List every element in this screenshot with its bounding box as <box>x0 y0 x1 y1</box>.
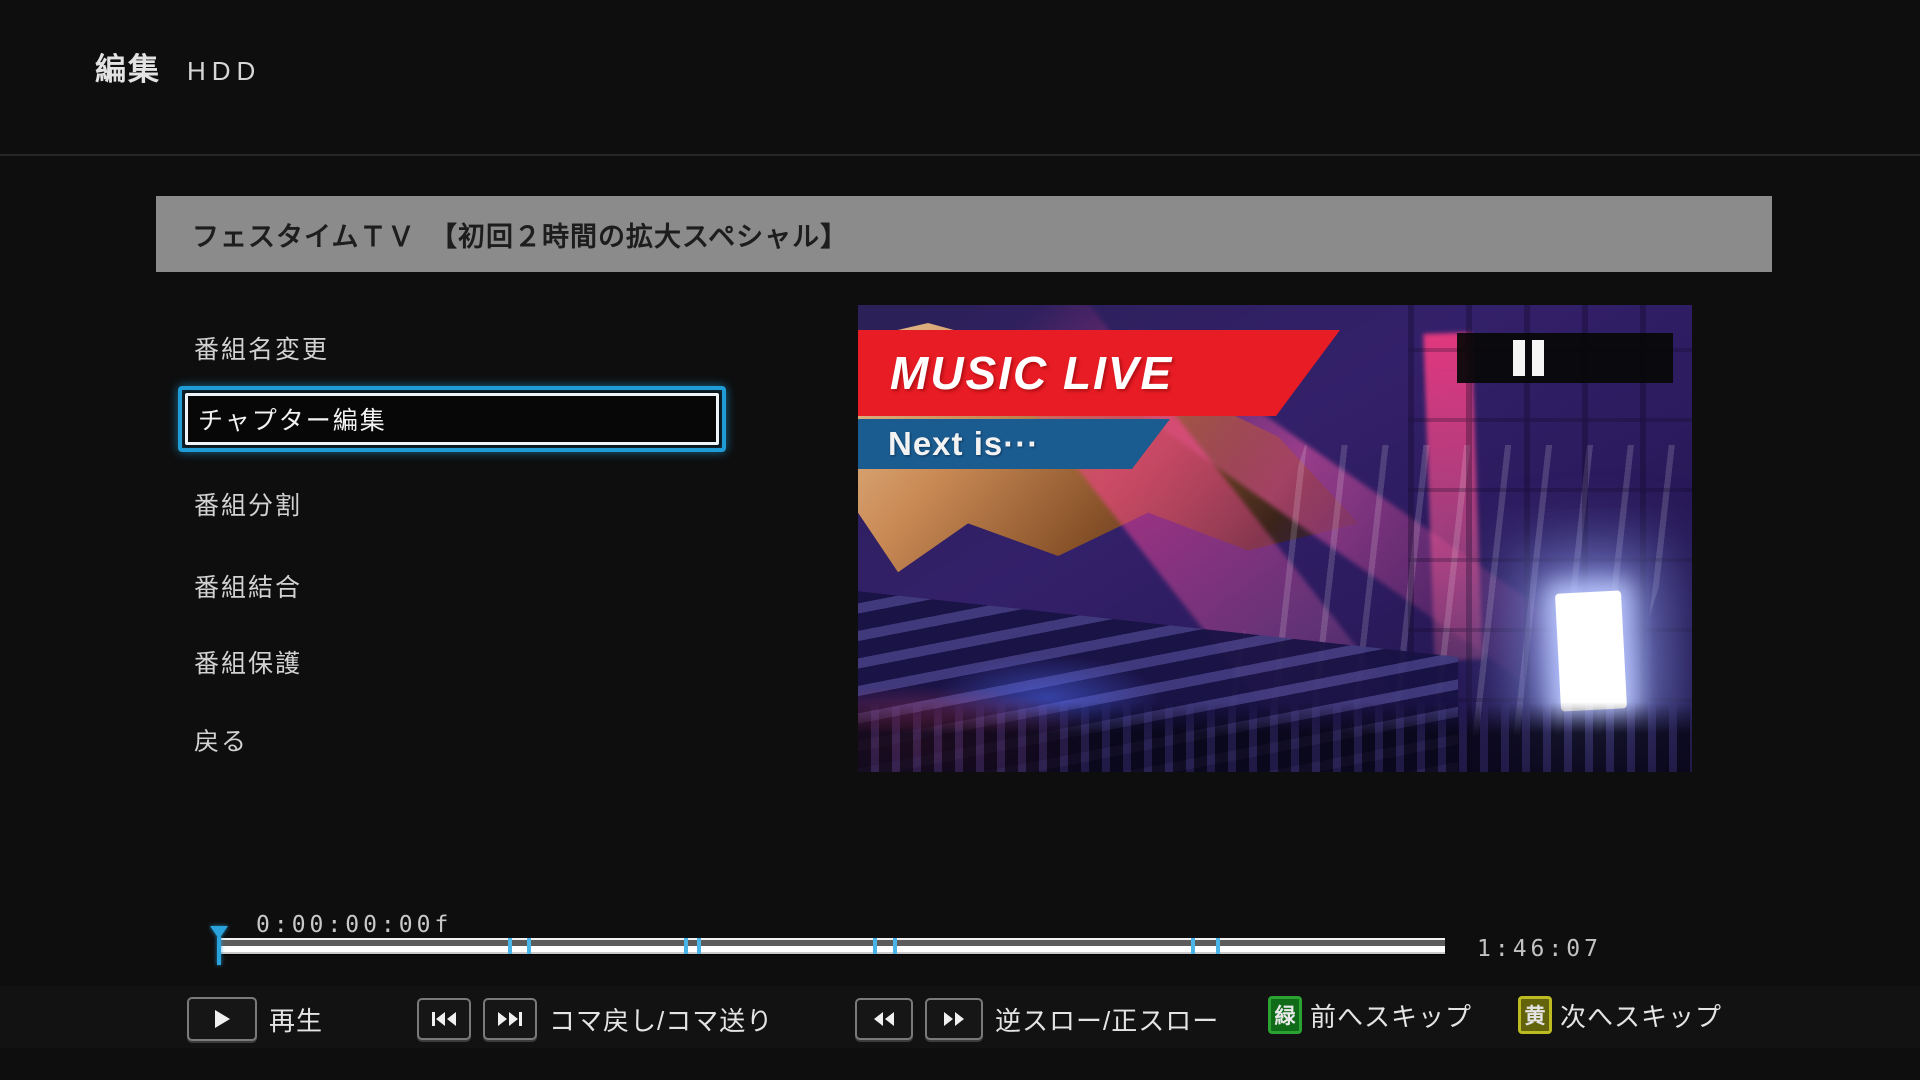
rewind-icon <box>872 1011 896 1027</box>
stage-led-screen <box>1555 590 1627 711</box>
skip-next-control: 黄 次へスキップ <box>1518 996 1722 1034</box>
chapter-marker <box>508 938 512 954</box>
menu-item-back[interactable]: 戻る <box>194 722 248 758</box>
screen-header: 編集 HDD <box>95 44 261 89</box>
broadcast-banner-secondary: Next is··· <box>858 419 1170 469</box>
control-hint-bar: 再生 コマ戻し/コマ送り 逆スロー/正スロー 緑 前へスキップ 黄 <box>0 986 1920 1048</box>
program-title: フェスタイムＴＶ 【初回２時間の拡大スペシャル】 <box>192 215 848 254</box>
play-button[interactable] <box>187 997 257 1041</box>
fast-forward-icon <box>942 1011 966 1027</box>
play-control: 再生 <box>187 997 323 1041</box>
broadcast-banner-primary: MUSIC LIVE <box>858 330 1340 416</box>
fast-forward-button[interactable] <box>925 998 983 1040</box>
yellow-key-button[interactable]: 黄 <box>1518 996 1552 1034</box>
rewind-button[interactable] <box>855 998 913 1040</box>
green-key-button[interactable]: 緑 <box>1268 996 1302 1034</box>
menu-item-rename[interactable]: 番組名変更 <box>194 330 329 366</box>
prev-frame-button[interactable] <box>417 998 471 1040</box>
next-frame-icon <box>497 1011 523 1027</box>
skip-next-label: 次へスキップ <box>1560 997 1722 1034</box>
menu-item-combine[interactable]: 番組結合 <box>194 568 302 604</box>
timeline-seekbar[interactable] <box>218 938 1445 954</box>
frame-step-control: コマ戻し/コマ送り <box>417 998 773 1040</box>
page-title: 編集 <box>95 44 161 89</box>
skip-prev-control: 緑 前へスキップ <box>1268 996 1472 1034</box>
slow-label: 逆スロー/正スロー <box>995 1001 1219 1038</box>
frame-step-label: コマ戻し/コマ送り <box>549 1001 773 1038</box>
banner-primary-text: MUSIC LIVE <box>890 346 1173 400</box>
banner-secondary-text: Next is··· <box>888 425 1039 463</box>
chapter-marker <box>873 938 877 954</box>
timeline-playhead[interactable] <box>210 926 228 939</box>
menu-item-label: チャプター編集 <box>198 401 387 437</box>
timeline-total-time: 1:46:07 <box>1477 936 1602 962</box>
menu-item-split[interactable]: 番組分割 <box>194 486 302 522</box>
play-icon <box>213 1009 231 1029</box>
crowd-silhouette <box>858 702 1692 772</box>
chapter-marker <box>684 938 688 954</box>
chapter-marker <box>893 938 897 954</box>
playback-status-box <box>1457 333 1673 383</box>
storage-label: HDD <box>187 56 261 87</box>
timeline-current-time: 0:00:00:00f <box>256 912 452 938</box>
slow-control: 逆スロー/正スロー <box>855 998 1219 1040</box>
header-divider <box>0 154 1920 156</box>
chapter-marker <box>1191 938 1195 954</box>
chapter-marker <box>1216 938 1220 954</box>
program-title-bar: フェスタイムＴＶ 【初回２時間の拡大スペシャル】 <box>156 196 1772 272</box>
edit-screen: 編集 HDD フェスタイムＴＶ 【初回２時間の拡大スペシャル】 番組名変更 チャ… <box>0 0 1920 1080</box>
next-frame-button[interactable] <box>483 998 537 1040</box>
menu-selected-inner: チャプター編集 <box>185 393 719 445</box>
chapter-marker <box>527 938 531 954</box>
video-preview[interactable]: MUSIC LIVE Next is··· <box>858 305 1692 772</box>
skip-prev-label: 前へスキップ <box>1310 997 1472 1034</box>
chapter-marker <box>697 938 701 954</box>
play-label: 再生 <box>269 1001 323 1038</box>
menu-item-chapter-edit[interactable]: チャプター編集 <box>178 386 726 452</box>
menu-item-protect[interactable]: 番組保護 <box>194 644 302 680</box>
pause-icon <box>1513 340 1544 376</box>
prev-frame-icon <box>431 1011 457 1027</box>
